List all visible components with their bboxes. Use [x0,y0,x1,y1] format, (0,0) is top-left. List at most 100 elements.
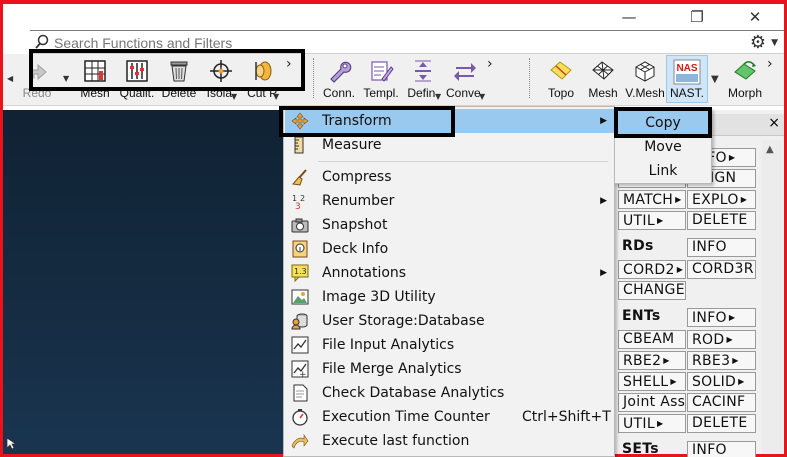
panel-button[interactable]: ROD ▶ [687,330,756,349]
panel-button[interactable]: CHANGE. [618,281,686,300]
close-button[interactable]: ✕ [735,7,775,29]
mouse-cursor-icon [6,437,16,449]
submenu-item-link[interactable]: Link [615,159,711,183]
toolbar-label: Mesh [588,86,618,100]
chevron-down-icon[interactable]: ▼ [435,92,441,101]
submenu-arrow-icon: ▶ [740,195,748,204]
svg-text:NAS: NAS [676,63,697,74]
panel-button[interactable]: RBE2 ▶ [618,351,686,370]
menu-item-deck-info[interactable]: Deck Info [285,237,615,261]
panel-button[interactable]: CORD3R [687,260,756,279]
merge-chart-icon: + [291,360,309,378]
toolbar-label: Templ. [363,86,399,100]
execute-arrow-icon [291,434,309,449]
panel-button[interactable]: INFO▶ [687,308,756,327]
submenu-arrow-icon: ▶ [676,265,684,274]
check-doc-icon [293,384,308,402]
define-arrows-icon [415,60,431,82]
menu-item-label: Execute last function [322,433,470,449]
panel-button[interactable]: DELETE [687,414,756,433]
camera-icon [291,218,309,233]
menu-item-label: Annotations [322,265,407,281]
submenu-item-move[interactable]: Move [615,135,711,159]
submenu-arrow-icon: ▶ [675,195,682,204]
submenu-arrow-icon: ▶ [726,335,733,344]
toolbar-separator [313,58,314,98]
template-pencil-icon [371,61,394,82]
overflow-chevron-icon[interactable]: › [487,56,493,72]
menu-item-label: File Merge Analytics [322,361,462,377]
panel-button[interactable]: Joint Assi. [618,393,686,412]
restore-button[interactable]: ❐ [677,7,717,29]
panel-button[interactable]: EXPLO ▶ [687,190,756,209]
panel-button[interactable]: RBE3 ▶ [687,351,756,370]
toolbar-connection-button[interactable]: Conn. [319,56,359,102]
menu-item-annotations[interactable]: 1.3 Annotations ▶ [285,261,615,285]
search-icon [35,34,49,49]
panel-button[interactable]: UTIL ▶ [618,211,686,230]
toolbar-volume-mesh-button[interactable]: V.Mesh [624,56,666,102]
chevron-down-icon[interactable]: ▼ [711,74,719,85]
menu-item-user-storage-database[interactable]: User Storage:Database [285,309,615,333]
panel-scrollbar[interactable]: ▲ [762,140,782,454]
topo-surface-icon [550,61,572,80]
panel-button[interactable]: MATCH ▶ [618,190,686,209]
toolbar-label: V.Mesh [625,86,665,100]
stopwatch-icon [292,409,308,426]
scroll-up-icon[interactable]: ▲ [766,144,774,155]
close-icon[interactable]: × [768,115,780,131]
menu-item-label: Execution Time Counter [322,409,490,425]
overflow-chevron-icon[interactable]: › [767,56,773,72]
submenu-arrow-icon: ▶ [663,356,670,365]
panel-button[interactable]: DELETE [687,211,756,230]
menu-item-renumber[interactable]: 1 2 3 Renumber ▶ [285,189,615,213]
menu-item-label: Renumber [322,193,395,209]
chevron-down-icon[interactable]: ▼ [479,92,485,101]
highlight-box [614,107,712,138]
menu-item-image-3d-utility[interactable]: Image 3D Utility [285,285,615,309]
minimize-button[interactable]: — [609,7,649,29]
chevron-down-icon[interactable]: ▼ [231,92,237,101]
submenu-arrow-icon: ▶ [656,216,664,225]
convert-arrows-icon [454,63,476,81]
menu-item-execute-last-function[interactable]: Execute last function [285,429,615,453]
image-icon [291,289,309,305]
menu-item-file-input-analytics[interactable]: File Input Analytics [285,333,615,357]
panel-button[interactable]: SHELL ▶ [618,372,686,391]
submenu-arrow-icon: ▶ [728,313,736,322]
gear-icon[interactable]: ⚙ [750,32,766,53]
toolbar-label: NAST. [669,86,704,100]
submenu-arrow-icon: ▶ [600,268,607,278]
group-handle-icon[interactable]: ◀ [7,74,13,83]
toolbar-template-button[interactable]: Templ. [360,56,402,102]
chevron-down-icon[interactable]: ▼ [771,38,778,48]
panel-button[interactable]: SOLID ▶ [687,372,756,391]
toolbar: ◀ Redo ▼ Mesh Qualit. Delete Isola. ▼ Cu… [3,49,784,106]
chevron-down-icon[interactable]: ▼ [273,92,279,101]
menu-item-execution-time-counter[interactable]: Execution Time Counter Ctrl+Shift+T [285,405,615,429]
context-menu: Transform ▶ Measure Compress 1 2 3 Renumber ▶ Sna… [283,106,615,457]
graphics-viewport[interactable] [3,110,287,454]
panel-section-heading: ENTs [622,308,661,324]
menu-item-label: File Input Analytics [322,337,455,353]
menu-item-compress[interactable]: Compress [285,165,615,189]
panel-button[interactable]: CORD2 ▶ [618,260,686,279]
panel-button[interactable]: INFO [687,441,756,457]
menu-item-file-merge-analytics[interactable]: + File Merge Analytics [285,357,615,381]
submenu-arrow-icon: ▶ [656,419,664,428]
toolbar-nastran-button[interactable]: NAS NAST. [666,55,708,103]
panel-button[interactable]: CBEAM [618,330,686,349]
menu-item-label: User Storage:Database [322,313,485,329]
panel-button[interactable]: CACINF [687,393,756,412]
menu-item-label: Snapshot [322,217,388,233]
submenu-arrow-icon: ▶ [728,153,736,162]
toolbar-morph-button[interactable]: Morph [721,56,769,102]
menu-item-snapshot[interactable]: Snapshot [285,213,615,237]
renumber-icon: 1 23 [292,194,305,210]
menu-item-check-database-analytics[interactable]: Check Database Analytics [285,381,615,405]
panel-button[interactable]: INFO [687,238,756,257]
panel-button[interactable]: UTIL ▶ [618,414,686,433]
menu-item-shortcut: Ctrl+Shift+T [522,409,611,425]
toolbar-topo-button[interactable]: Topo [541,56,581,102]
toolbar-shell-mesh-button[interactable]: Mesh [583,56,623,102]
